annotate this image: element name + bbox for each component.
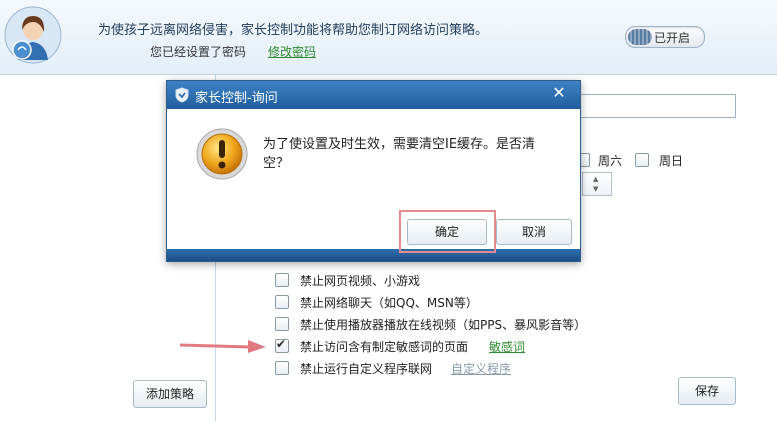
- dialog-bottom-bar: [167, 249, 580, 261]
- spinner-down-icon[interactable]: ▼: [593, 185, 598, 193]
- rule-checkbox-web-video[interactable]: [275, 273, 289, 287]
- ok-button-highlight: [399, 210, 496, 253]
- rule-checkbox-custom-programs[interactable]: [275, 361, 289, 375]
- rule-label-chat: 禁止网络聊天（如QQ、MSN等）: [300, 296, 478, 310]
- dialog-titlebar: 家长控制-询问 ✕: [167, 81, 580, 109]
- rule-checkbox-sensitive-words[interactable]: [275, 337, 289, 353]
- rule-label-online-video-player: 禁止使用播放器播放在线视频（如PPS、暴风影音等）: [300, 318, 587, 332]
- time-spinner[interactable]: ▲ ▼: [582, 172, 612, 196]
- sensitive-words-link[interactable]: 敏感词: [489, 338, 525, 355]
- dialog-title: 家长控制-询问: [195, 91, 278, 106]
- parent-avatar-icon: [4, 6, 62, 64]
- rule-checkbox-chat[interactable]: [275, 295, 289, 309]
- rule-label-custom-programs: 禁止运行自定义程序联网: [300, 362, 433, 376]
- arrow-annotation-icon: [179, 340, 266, 353]
- day-label-sunday: 周日: [659, 154, 684, 168]
- change-password-link[interactable]: 修改密码: [268, 43, 316, 60]
- custom-programs-link[interactable]: 自定义程序: [451, 360, 511, 377]
- warning-exclamation-icon: [196, 128, 248, 180]
- parental-control-toggle[interactable]: 已开启: [625, 26, 705, 48]
- spinner-up-icon[interactable]: ▲: [593, 175, 598, 183]
- toggle-knob: [628, 29, 652, 45]
- rule-label-sensitive-words: 禁止访问含有制定敏感词的页面: [300, 340, 469, 354]
- password-status: 您已经设置了密码: [150, 45, 247, 59]
- rule-checkbox-online-video-player[interactable]: [275, 317, 289, 331]
- cancel-button[interactable]: 取消: [496, 219, 572, 245]
- dialog-message-line1: 为了使设置及时生效，需要清空IE缓存。是否清: [263, 137, 536, 152]
- add-policy-button[interactable]: 添加策略: [133, 380, 207, 408]
- close-icon[interactable]: ✕: [544, 83, 574, 103]
- policy-name-input[interactable]: [576, 94, 736, 118]
- shield-icon: [175, 87, 189, 103]
- header-bar: 为使孩子远离网络侵害，家长控制功能将帮助您制订网络访问策略。 您已经设置了密码 …: [0, 0, 777, 75]
- rule-label-web-video: 禁止网页视频、小游戏: [300, 274, 421, 288]
- day-label-saturday: 周六: [598, 154, 623, 168]
- header-description: 为使孩子远离网络侵害，家长控制功能将帮助您制订网络访问策略。: [98, 23, 489, 38]
- day-checkbox-sunday[interactable]: [635, 153, 649, 167]
- save-button[interactable]: 保存: [678, 377, 736, 405]
- dialog-message-line2: 空？: [263, 156, 290, 171]
- toggle-label: 已开启: [654, 31, 691, 45]
